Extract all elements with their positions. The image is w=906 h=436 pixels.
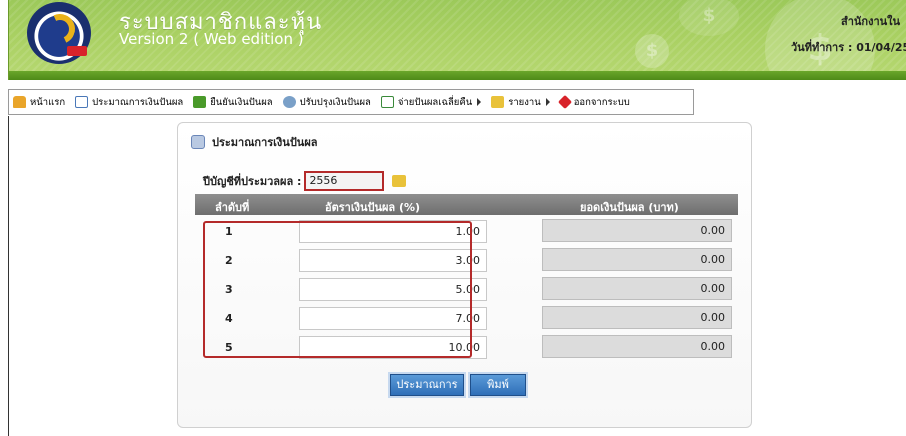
dividend-rate-input[interactable]: 7.00 — [299, 307, 487, 330]
dividend-rate-input[interactable]: 10.00 — [299, 336, 487, 359]
menu-label: จ่ายปันผลเฉลี่ยคืน — [397, 96, 473, 108]
menu-item-report[interactable]: รายงาน — [491, 95, 550, 110]
exit-icon — [557, 94, 572, 110]
app-version: Version 2 ( Web edition ) — [119, 30, 304, 48]
column-header-no: ลำดับที่ — [215, 201, 250, 214]
estimate-button[interactable]: ประมาณการ — [390, 374, 464, 396]
dividend-amount-field: 0.00 — [542, 219, 732, 242]
app-header: $ $ $ ระบบสมาชิกและหุ้น Version 2 ( Web … — [8, 0, 906, 80]
folder-icon[interactable] — [392, 175, 407, 187]
dividend-rate-input[interactable]: 1.00 — [299, 220, 487, 243]
header-band — [9, 71, 906, 80]
payment-icon — [380, 96, 394, 108]
workday-value: 01/04/255 — [856, 41, 906, 54]
row-number: 3 — [225, 283, 233, 296]
row-number: 1 — [225, 225, 233, 238]
table-row: 3 5.00 0.00 — [195, 276, 738, 305]
page-left-border — [8, 116, 9, 436]
home-icon — [13, 96, 26, 108]
dividend-amount-field: 0.00 — [542, 306, 732, 329]
app-logo — [27, 2, 91, 64]
table-row: 2 3.00 0.00 — [195, 247, 738, 276]
dividend-amount-field: 0.00 — [542, 277, 732, 300]
logo-swoosh — [40, 9, 80, 49]
wrench-icon — [282, 96, 296, 108]
menu-label: ประมาณการเงินปันผล — [92, 96, 184, 108]
menu-item-logout[interactable]: ออกจากระบบ — [557, 94, 630, 110]
menu-item-pay-average-refund[interactable]: จ่ายปันผลเฉลี่ยคืน — [380, 95, 482, 110]
submenu-arrow-icon — [477, 98, 482, 106]
dividend-amount-field: 0.00 — [542, 248, 732, 271]
menu-label: ปรับปรุงเงินปันผล — [299, 96, 371, 108]
row-number: 5 — [225, 341, 233, 354]
settings-icon — [191, 135, 205, 149]
document-icon — [75, 96, 89, 108]
workday-info: วันที่ทำการ : 01/04/255 — [791, 38, 906, 56]
fiscal-year-field[interactable]: 2556 — [304, 171, 385, 191]
table-row: 5 10.00 0.00 — [195, 334, 738, 363]
menu-label: รายงาน — [508, 96, 541, 108]
coin-decoration: $ — [635, 34, 669, 68]
menu-item-home[interactable]: หน้าแรก — [13, 95, 65, 110]
menu-item-adjust-dividend[interactable]: ปรับปรุงเงินปันผล — [282, 95, 371, 110]
table-header: ลำดับที่ อัตราเงินปันผล (%) ยอดเงินปันผล… — [195, 194, 738, 215]
fiscal-year-label: ปีบัญชีที่ประมวลผล : — [203, 175, 302, 188]
menu-label: หน้าแรก — [30, 96, 66, 108]
fiscal-year-row: ปีบัญชีที่ประมวลผล : 2556 — [203, 171, 407, 191]
panel-title: ประมาณการเงินปันผล — [191, 133, 318, 151]
row-number: 2 — [225, 254, 233, 267]
menu-item-estimate-dividend[interactable]: ประมาณการเงินปันผล — [75, 95, 183, 110]
dividend-rate-input[interactable]: 5.00 — [299, 278, 487, 301]
column-header-rate: อัตราเงินปันผล (%) — [325, 201, 421, 214]
main-menu: หน้าแรก ประมาณการเงินปันผล ยืนยันเงินปัน… — [8, 89, 694, 115]
workday-label: วันที่ทำการ : — [791, 41, 853, 54]
estimate-dividend-panel: ประมาณการเงินปันผล ปีบัญชีที่ประมวลผล : … — [177, 122, 752, 428]
submenu-arrow-icon — [545, 98, 550, 106]
menu-label: ออกจากระบบ — [573, 96, 630, 108]
menu-item-confirm-dividend[interactable]: ยืนยันเงินปันผล — [193, 95, 273, 110]
check-icon — [193, 96, 207, 108]
column-header-amount: ยอดเงินปันผล (บาท) — [580, 201, 679, 214]
table-row: 1 1.00 0.00 — [195, 218, 738, 247]
row-number: 4 — [225, 312, 233, 325]
dividend-amount-field: 0.00 — [542, 335, 732, 358]
logo-flag — [67, 46, 87, 56]
panel-title-text: ประมาณการเงินปันผล — [212, 136, 318, 149]
organization-name: สำนักงานใน — [841, 15, 901, 28]
report-icon — [491, 96, 505, 108]
menu-label: ยืนยันเงินปันผล — [210, 96, 273, 108]
dividend-rate-input[interactable]: 3.00 — [299, 249, 487, 272]
table-row: 4 7.00 0.00 — [195, 305, 738, 334]
print-button[interactable]: พิมพ์ — [470, 374, 526, 396]
